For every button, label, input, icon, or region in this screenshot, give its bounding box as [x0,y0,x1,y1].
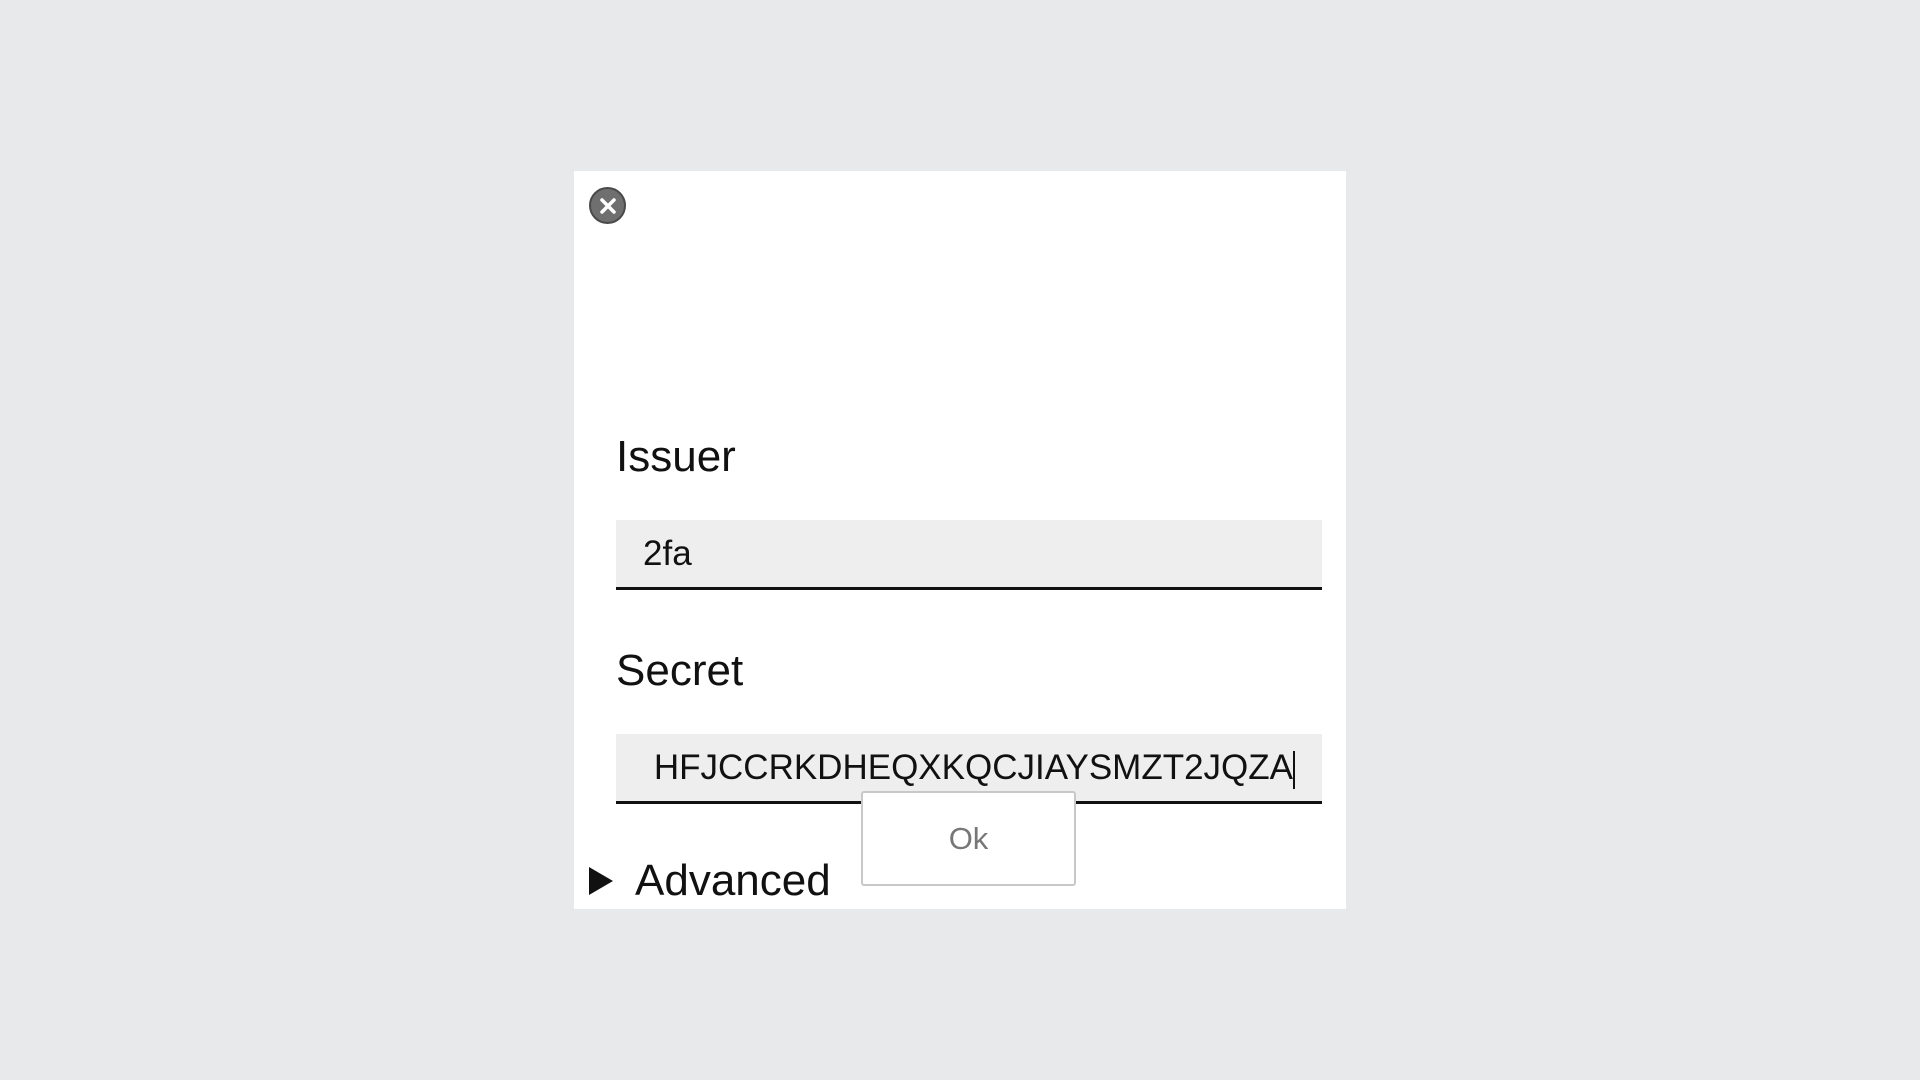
close-icon[interactable] [589,187,626,224]
x-mark-icon [599,197,616,214]
add-account-dialog: Issuer 2fa Secret HFJCCRKDHEQXKQCJIAYSMZ… [574,171,1346,909]
issuer-field[interactable]: 2fa [616,520,1322,590]
triangle-right-icon [589,867,613,895]
issuer-label: Issuer [616,432,736,481]
text-cursor [1293,751,1295,789]
issuer-value[interactable]: 2fa [643,520,692,587]
advanced-toggle[interactable]: Advanced [589,859,831,903]
secret-label: Secret [616,646,744,695]
ok-button[interactable]: Ok [861,791,1076,886]
advanced-label: Advanced [635,856,831,905]
